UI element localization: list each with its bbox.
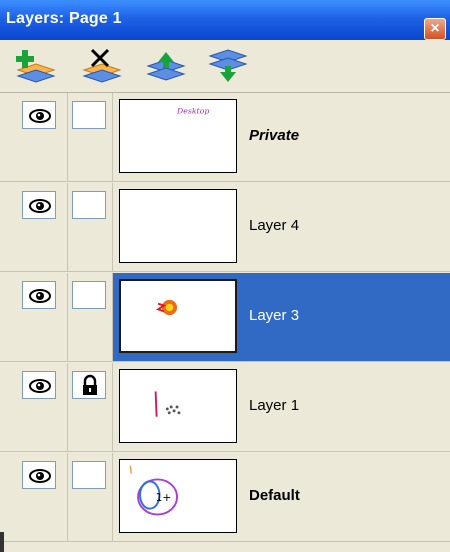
column-divider xyxy=(67,273,68,361)
column-divider xyxy=(67,93,68,181)
move-layer-up-icon xyxy=(146,52,186,81)
lock-toggle[interactable] xyxy=(72,191,106,219)
delete-layer-icon xyxy=(82,48,122,83)
lock-toggle[interactable] xyxy=(72,461,106,489)
layer-row-layer-3[interactable]: Layer 3 xyxy=(0,273,450,362)
layer-name: Layer 3 xyxy=(249,307,300,324)
layer-content[interactable]: Layer 3 xyxy=(113,273,450,361)
move-layer-up-button[interactable] xyxy=(144,46,188,84)
window-title: Layers: Page 1 xyxy=(6,10,122,27)
move-layer-down-icon xyxy=(208,49,248,82)
close-button[interactable]: × xyxy=(424,18,446,40)
visibility-toggle[interactable] xyxy=(22,191,56,219)
eye-icon xyxy=(29,469,51,483)
layers-toolbar xyxy=(0,40,450,93)
eye-icon xyxy=(29,289,51,303)
layer-thumbnail xyxy=(119,189,237,263)
layer-content[interactable]: Desktop Private xyxy=(113,93,450,181)
delete-layer-button[interactable] xyxy=(80,46,124,84)
thumbnail-drawing: Desktop xyxy=(176,107,209,116)
eye-icon xyxy=(29,379,51,393)
svg-text:1+: 1+ xyxy=(156,491,172,504)
layers-window: Layers: Page 1 × Desktop Private Layer 4… xyxy=(0,0,450,552)
layer-content[interactable]: Layer 1 xyxy=(113,363,450,451)
layer-thumbnail xyxy=(119,279,237,353)
layer-name: Default xyxy=(249,487,300,504)
lock-icon xyxy=(83,374,97,395)
layer-row-default[interactable]: 1+ Default xyxy=(0,453,450,542)
add-layer-icon xyxy=(16,50,56,83)
layer-thumbnail: Desktop xyxy=(119,99,237,173)
layer-row-layer-4[interactable]: Layer 4 xyxy=(0,183,450,272)
column-divider xyxy=(67,453,68,541)
layer-row-private[interactable]: Desktop Private xyxy=(0,93,450,182)
layer-row-layer-1[interactable]: Layer 1 xyxy=(0,363,450,452)
column-divider xyxy=(67,363,68,451)
thumbnail-drawing xyxy=(156,299,178,316)
visibility-toggle[interactable] xyxy=(22,281,56,309)
thumbnail-drawing xyxy=(154,391,181,417)
close-icon: × xyxy=(430,20,440,37)
layer-name: Layer 4 xyxy=(249,217,300,234)
resize-grip[interactable] xyxy=(0,532,4,552)
column-divider xyxy=(67,183,68,271)
layer-content[interactable]: Layer 4 xyxy=(113,183,450,271)
layer-content[interactable]: 1+ Default xyxy=(113,453,450,541)
layer-thumbnail xyxy=(119,369,237,443)
visibility-toggle[interactable] xyxy=(22,101,56,129)
visibility-toggle[interactable] xyxy=(22,371,56,399)
layer-thumbnail: 1+ xyxy=(119,459,237,533)
eye-icon xyxy=(29,109,51,123)
move-layer-down-button[interactable] xyxy=(206,46,250,84)
title-bar[interactable]: Layers: Page 1 × xyxy=(0,0,450,40)
lock-toggle[interactable] xyxy=(72,101,106,129)
visibility-toggle[interactable] xyxy=(22,461,56,489)
layer-name: Private xyxy=(249,127,300,144)
svg-text:Desktop: Desktop xyxy=(176,107,209,116)
lock-toggle[interactable] xyxy=(72,371,106,399)
layer-list: Desktop Private Layer 4 Layer 3 Layer 1 … xyxy=(0,93,450,552)
thumbnail-drawing: 1+ xyxy=(129,465,178,516)
layer-name: Layer 1 xyxy=(249,397,300,414)
add-layer-button[interactable] xyxy=(14,46,58,84)
lock-toggle[interactable] xyxy=(72,281,106,309)
eye-icon xyxy=(29,199,51,213)
